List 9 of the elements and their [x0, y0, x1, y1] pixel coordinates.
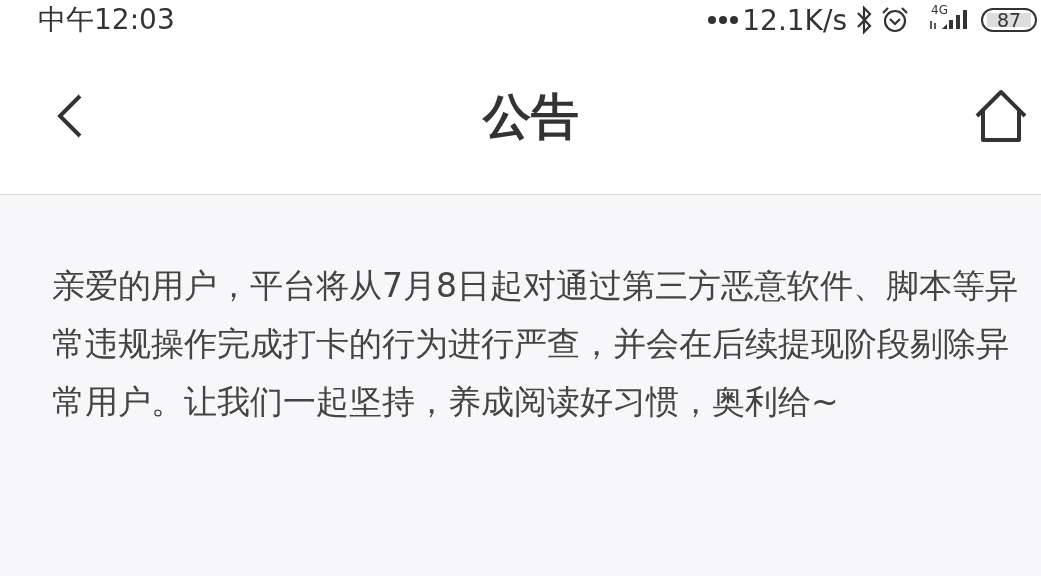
clock-time: 中午12:03 [38, 2, 175, 38]
dots-icon [708, 15, 741, 25]
battery-level: 87 [981, 8, 1037, 32]
notice-text: 亲爱的用户，平台将从7月8日起对通过第三方恶意软件、脚本等异常违规操作完成打卡的行为进行严查，并会在后续提现阶段剔除异常用户。让我们一起坚持，养成阅读好习惯，奥利给~ [52, 265, 1019, 423]
bluetooth-icon [855, 5, 873, 35]
network-type: 4G [931, 3, 948, 17]
alarm-clock-icon [881, 6, 909, 34]
network-speed: 12.1K/s [742, 3, 847, 37]
page-title: 公告 [482, 87, 579, 146]
